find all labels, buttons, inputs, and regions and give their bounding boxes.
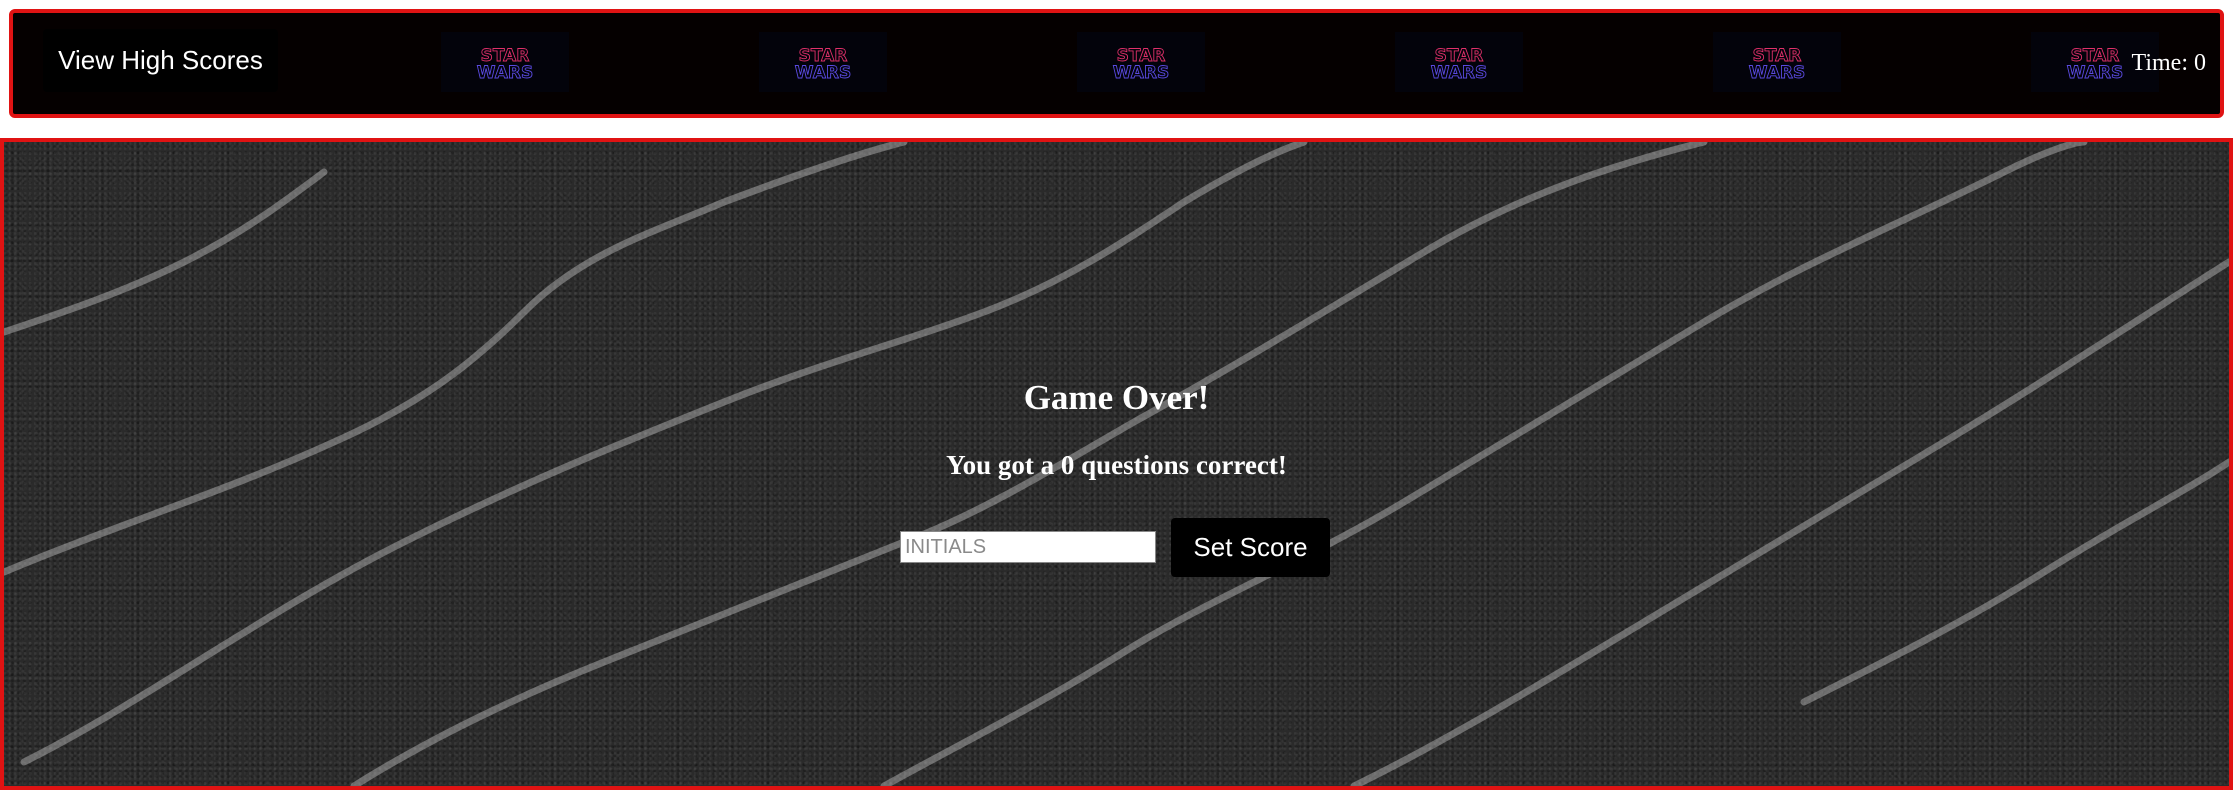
star-wars-logo: STAR WARS — [1395, 32, 1523, 92]
star-wars-logo: STAR WARS — [1713, 32, 1841, 92]
svg-text:WARS: WARS — [1431, 63, 1487, 83]
svg-text:WARS: WARS — [1749, 63, 1805, 83]
svg-text:WARS: WARS — [2067, 63, 2123, 83]
set-score-button[interactable]: Set Score — [1171, 518, 1330, 577]
timer-display: Time: 0 — [2131, 50, 2206, 76]
star-wars-logo: STAR WARS — [1077, 32, 1205, 92]
svg-text:WARS: WARS — [477, 63, 533, 83]
view-high-scores-button[interactable]: View High Scores — [43, 29, 278, 92]
svg-text:WARS: WARS — [1113, 63, 1169, 83]
game-panel: Game Over! You got a 0 questions correct… — [0, 138, 2233, 790]
top-nav-bar: View High Scores STAR WARS STAR WARS STAR W… — [9, 9, 2224, 118]
score-message: You got a 0 questions correct! — [946, 450, 1287, 480]
game-over-title: Game Over! — [1023, 378, 1210, 417]
initials-input[interactable] — [900, 531, 1156, 563]
star-wars-logo: STAR WARS — [759, 32, 887, 92]
star-wars-logo: STAR WARS — [441, 32, 569, 92]
svg-text:WARS: WARS — [795, 63, 851, 83]
